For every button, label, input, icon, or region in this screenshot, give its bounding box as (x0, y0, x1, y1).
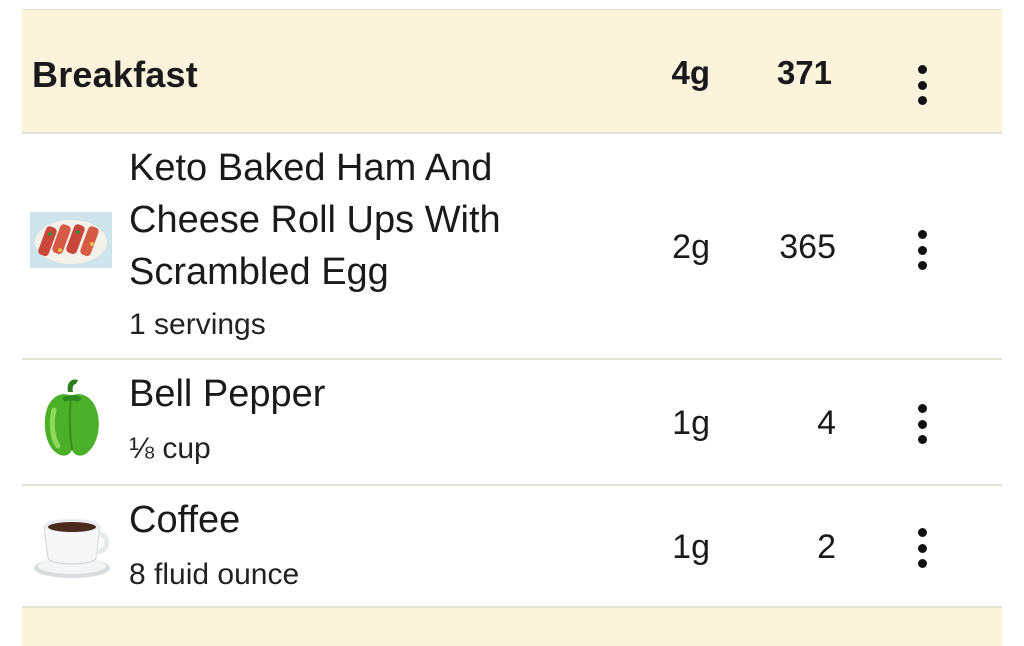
food-net-carbs: 2g (672, 228, 710, 266)
coffee-cup-icon (32, 508, 114, 585)
meal-calories: 371 (776, 54, 832, 91)
next-meal-header[interactable] (22, 608, 1002, 646)
meal-title: Breakfast (32, 54, 198, 95)
food-entry-row[interactable]: Keto Baked Ham And Cheese Roll Ups With … (22, 134, 1002, 360)
bell-pepper-icon (38, 376, 104, 465)
meal-more-options-icon[interactable] (910, 65, 934, 105)
food-calories: 365 (779, 228, 836, 266)
food-more-options-icon[interactable] (910, 528, 934, 568)
top-divider (22, 0, 1002, 10)
food-entry-row[interactable]: Bell Pepper ⅛ cup 1g 4 (22, 360, 1002, 486)
food-entry-row[interactable]: Coffee 8 fluid ounce 1g 2 (22, 486, 1002, 608)
ham-roll-ups-photo (30, 212, 112, 273)
food-more-options-icon[interactable] (910, 404, 934, 444)
food-name: Bell Pepper (129, 373, 326, 415)
food-net-carbs: 1g (672, 404, 710, 442)
food-name: Keto Baked Ham And Cheese Roll Ups With … (129, 147, 501, 293)
meal-net-carbs: 4g (671, 54, 710, 91)
food-calories: 4 (817, 404, 836, 442)
food-name: Coffee (129, 499, 241, 541)
food-net-carbs: 1g (672, 528, 710, 566)
food-serving: ⅛ cup (129, 432, 211, 465)
food-serving: 8 fluid ounce (129, 558, 300, 591)
food-calories: 2 (817, 528, 836, 566)
meal-header[interactable]: Breakfast 4g 371 (22, 10, 1002, 134)
food-more-options-icon[interactable] (910, 230, 934, 270)
food-serving: 1 servings (129, 308, 266, 341)
